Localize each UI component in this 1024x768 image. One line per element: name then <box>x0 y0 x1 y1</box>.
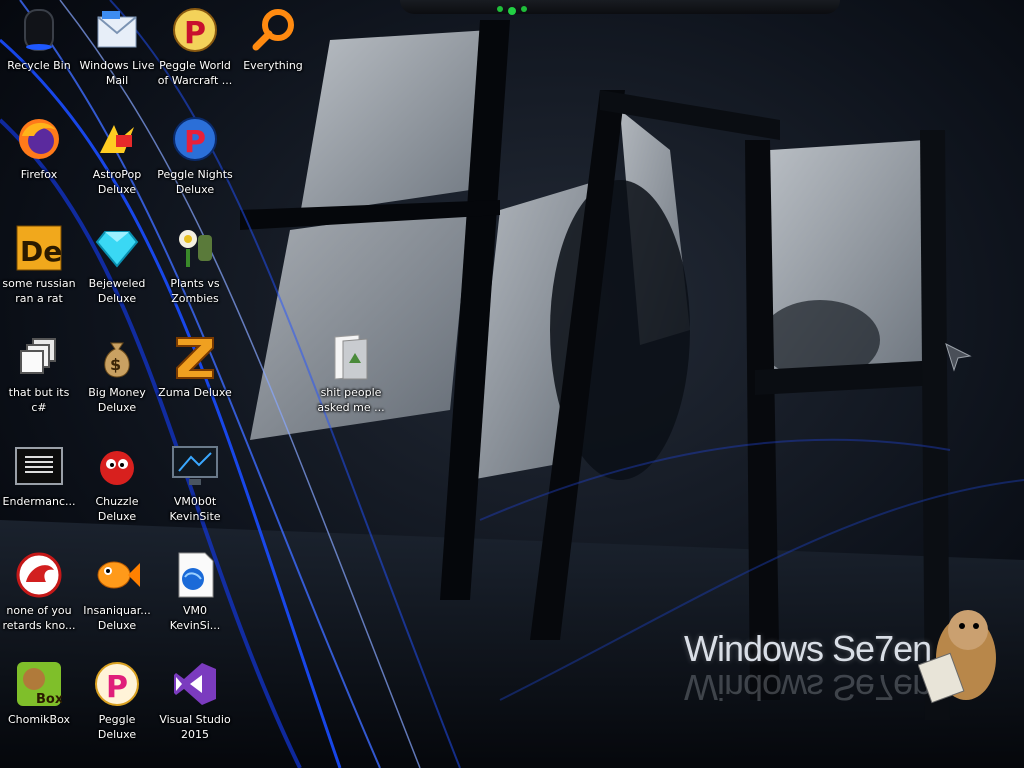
desktop-icon-shit-people-asked-me[interactable]: shit people asked me ... <box>312 329 390 429</box>
desktop-icon-label: ChomikBox <box>8 713 70 726</box>
desktop-icon-everything[interactable]: Everything <box>234 2 312 102</box>
desktop-icon-insaniquarium[interactable]: Insaniquar... Deluxe <box>78 547 156 647</box>
desktop-icon-some-russian-ran-a-rat[interactable]: De some russian ran a rat <box>0 220 78 320</box>
top-indicator-icon <box>497 6 527 15</box>
globe-document-icon <box>171 551 219 599</box>
desktop-icon-visual-studio[interactable]: Visual Studio 2015 <box>156 656 234 756</box>
hamster-mascot-icon <box>918 610 996 704</box>
desktop-icon-bejeweled[interactable]: Bejeweled Deluxe <box>78 220 156 320</box>
chomikbox-icon: Box <box>15 660 63 708</box>
desktop-icon-label: that but its c# <box>8 386 70 414</box>
desktop-icon-label: Windows Live Mail <box>79 59 155 87</box>
desktop-icon-that-but-its-csharp[interactable]: that but its c# <box>0 329 78 429</box>
desktop-icon-zuma[interactable]: Zuma Deluxe <box>156 329 234 429</box>
desktop-icon-label: Peggle World of Warcraft ... <box>157 59 233 87</box>
mouse-cursor-icon <box>945 343 972 372</box>
zuma-icon <box>171 333 219 381</box>
desktop-icon-vm0b0t-kevinsite[interactable]: VM0b0t KevinSite <box>156 438 234 538</box>
desktop-icon-none-of-you[interactable]: none of you retards kno... <box>0 547 78 647</box>
desktop-icon-peggle-nights[interactable]: P Peggle Nights Deluxe <box>156 111 234 211</box>
desktop-icon-endermanc[interactable]: Endermanc... <box>0 438 78 538</box>
visual-studio-icon <box>171 660 219 708</box>
desktop-icon-label: AstroPop Deluxe <box>92 168 142 196</box>
everything-search-icon <box>249 6 297 54</box>
money-bag-icon: $ <box>93 333 141 381</box>
bejeweled-icon <box>93 224 141 272</box>
desktop-icon-label: Zuma Deluxe <box>158 386 232 399</box>
desktop-icon-chomikbox[interactable]: Box ChomikBox <box>0 656 78 756</box>
desktop-icon-label: VM0 KevinSi... <box>169 604 221 632</box>
desktop-icon-big-money[interactable]: $ Big Money Deluxe <box>78 329 156 429</box>
windows-live-mail-icon <box>93 6 141 54</box>
desktop-icon-label: Plants vs Zombies <box>170 277 220 305</box>
window-stack-icon <box>15 333 63 381</box>
svg-text:P: P <box>106 670 128 705</box>
desktop-icon-label: Peggle Nights Deluxe <box>157 168 233 196</box>
astropop-icon <box>93 115 141 163</box>
console-window-icon <box>15 442 63 490</box>
red-bird-icon <box>15 551 63 599</box>
desktop-icon-vm0-kevinsite[interactable]: VM0 KevinSi... <box>156 547 234 647</box>
peggle-deluxe-icon: P <box>93 660 141 708</box>
desktop-icon-label: Firefox <box>20 168 58 181</box>
desktop-icon-label: some russian ran a rat <box>2 277 76 305</box>
desktop-icon-windows-live-mail[interactable]: Windows Live Mail <box>78 2 156 102</box>
firefox-icon <box>15 115 63 163</box>
desktop-icon-peggle-deluxe[interactable]: P Peggle Deluxe <box>78 656 156 756</box>
svg-text:Box: Box <box>36 692 62 707</box>
plants-vs-zombies-icon <box>171 224 219 272</box>
recycle-bin-icon <box>15 6 63 54</box>
monitor-icon <box>171 442 219 490</box>
desktop-icon-label: Peggle Deluxe <box>97 713 137 741</box>
svg-text:$: $ <box>110 355 121 374</box>
top-edge-bar <box>400 0 840 14</box>
folder-icon <box>327 333 375 381</box>
peggle-world-of-warcraft-icon: P <box>171 6 219 54</box>
desktop-icon-label: VM0b0t KevinSite <box>169 495 221 523</box>
svg-text:De: De <box>20 235 62 268</box>
desktop-icon-label: Insaniquar... Deluxe <box>83 604 151 632</box>
desktop-icon-chuzzle[interactable]: Chuzzle Deluxe <box>78 438 156 538</box>
desktop-icon-label: Endermanc... <box>2 495 76 508</box>
wallpaper-branding-text: Windows Se7en <box>684 628 932 669</box>
desktop-icon-firefox[interactable]: Firefox <box>0 111 78 211</box>
desktop-icon-recycle-bin[interactable]: Recycle Bin <box>0 2 78 102</box>
desktop-icon-label: Bejeweled Deluxe <box>88 277 146 305</box>
svg-text:P: P <box>184 16 206 51</box>
peggle-nights-icon: P <box>171 115 219 163</box>
desktop-icon-label: none of you retards kno... <box>2 604 76 632</box>
svg-text:P: P <box>184 125 206 160</box>
insaniquarium-fish-icon <box>93 551 141 599</box>
desktop-icon-label: Recycle Bin <box>7 59 71 72</box>
de-app-icon: De <box>15 224 63 272</box>
wallpaper-branding-reflection: Windows Se7en <box>684 667 932 708</box>
desktop-icon-label: Big Money Deluxe <box>88 386 146 414</box>
desktop-icon-label: Chuzzle Deluxe <box>95 495 139 523</box>
desktop-icon-label: shit people asked me ... <box>317 386 385 414</box>
desktop-icon-label: Everything <box>243 59 303 72</box>
desktop-icon-label: Visual Studio 2015 <box>159 713 231 741</box>
desktop-icon-peggle-world-of-warcraft[interactable]: P Peggle World of Warcraft ... <box>156 2 234 102</box>
chuzzle-icon <box>93 442 141 490</box>
desktop[interactable]: Recycle Bin Firefox De some russian ran … <box>0 0 1024 768</box>
desktop-icon-astropop[interactable]: AstroPop Deluxe <box>78 111 156 211</box>
desktop-icon-plants-vs-zombies[interactable]: Plants vs Zombies <box>156 220 234 320</box>
